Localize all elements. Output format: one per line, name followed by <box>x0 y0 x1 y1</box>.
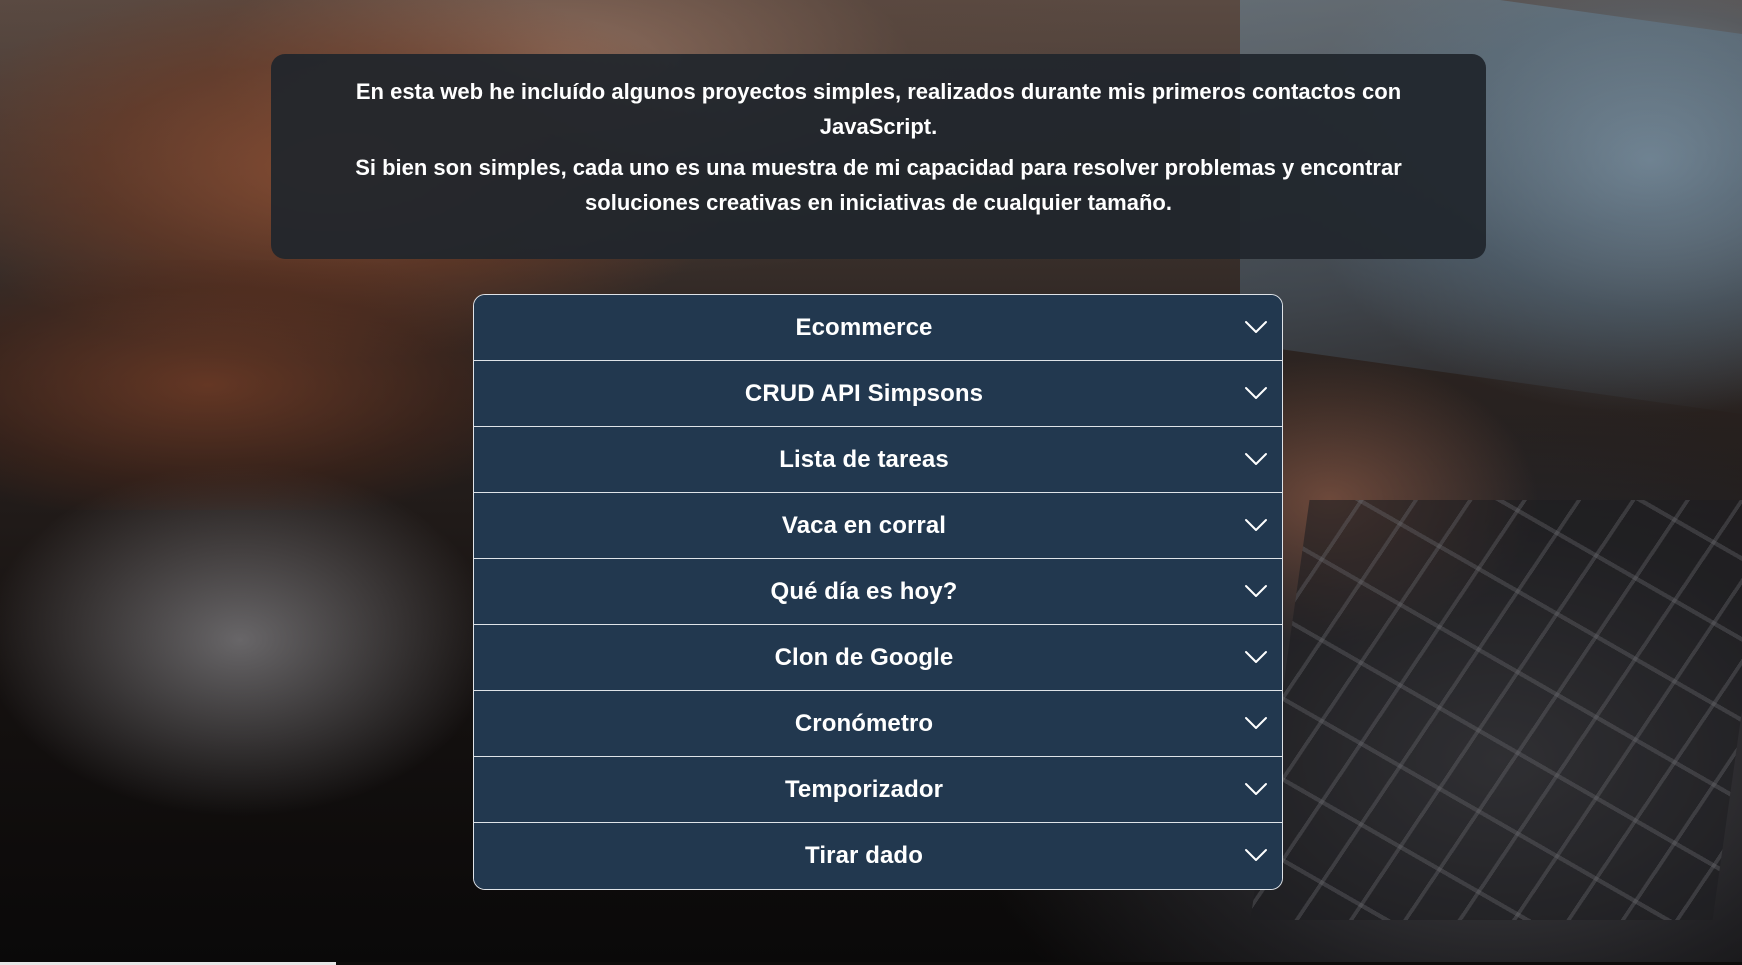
accordion-item-ecommerce[interactable]: Ecommerce <box>474 295 1282 361</box>
chevron-down-icon[interactable] <box>1244 386 1268 400</box>
projects-accordion: Ecommerce CRUD API Simpsons Lista de tar… <box>473 294 1283 890</box>
chevron-down-icon[interactable] <box>1244 320 1268 334</box>
background-hand <box>0 260 520 510</box>
accordion-item-crud-api-simpsons[interactable]: CRUD API Simpsons <box>474 361 1282 427</box>
accordion-item-que-dia-es-hoy[interactable]: Qué día es hoy? <box>474 559 1282 625</box>
intro-box: En esta web he incluído algunos proyecto… <box>271 54 1486 259</box>
intro-line-2: Si bien son simples, cada uno es una mue… <box>355 155 1402 215</box>
chevron-down-icon[interactable] <box>1244 650 1268 664</box>
accordion-item-title: Vaca en corral <box>781 511 947 539</box>
accordion-item-title: Clon de Google <box>774 643 954 671</box>
chevron-down-icon[interactable] <box>1244 452 1268 466</box>
accordion-item-cronometro[interactable]: Cronómetro <box>474 691 1282 757</box>
chevron-down-icon[interactable] <box>1244 782 1268 796</box>
accordion-item-title: Tirar dado <box>805 842 923 869</box>
page: En esta web he incluído algunos proyecto… <box>0 0 1742 965</box>
chevron-down-icon[interactable] <box>1244 848 1268 862</box>
chevron-down-icon[interactable] <box>1244 584 1268 598</box>
background-keyboard <box>1250 500 1742 920</box>
accordion-item-title: Lista de tareas <box>779 445 949 473</box>
intro-line-1: En esta web he incluído algunos proyecto… <box>355 79 1402 139</box>
accordion-item-title: Ecommerce <box>795 313 933 341</box>
accordion-item-title: Cronómetro <box>794 709 934 737</box>
chevron-down-icon[interactable] <box>1244 716 1268 730</box>
accordion-item-title: CRUD API Simpsons <box>744 379 984 407</box>
accordion-item-temporizador[interactable]: Temporizador <box>474 757 1282 823</box>
accordion-item-lista-de-tareas[interactable]: Lista de tareas <box>474 427 1282 493</box>
accordion-item-vaca-en-corral[interactable]: Vaca en corral <box>474 493 1282 559</box>
accordion-item-clon-de-google[interactable]: Clon de Google <box>474 625 1282 691</box>
accordion-item-title: Qué día es hoy? <box>770 577 958 605</box>
accordion-item-title: Temporizador <box>784 775 944 803</box>
accordion-item-tirar-dado[interactable]: Tirar dado <box>474 823 1282 889</box>
chevron-down-icon[interactable] <box>1244 518 1268 532</box>
